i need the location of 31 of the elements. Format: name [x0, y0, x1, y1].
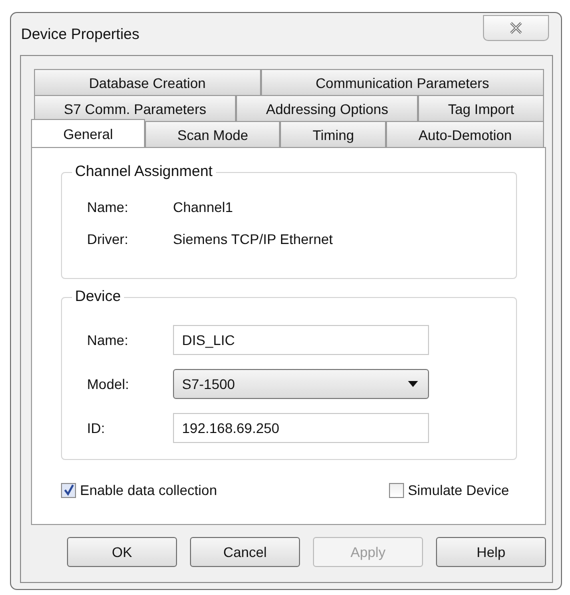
dialog-button[interactable]: Cancel [190, 537, 300, 567]
tab[interactable]: Addressing Options [236, 95, 418, 121]
tab[interactable]: Scan Mode [145, 121, 280, 147]
input-field[interactable]: 192.168.69.250 [173, 413, 429, 443]
close-button[interactable] [483, 15, 549, 41]
checkbox[interactable] [388, 482, 404, 498]
tab[interactable]: General [31, 119, 146, 147]
model-dropdown[interactable]: S7-1500 [173, 369, 429, 399]
checkbox[interactable] [61, 482, 76, 498]
tab[interactable]: Database Creation [34, 69, 261, 95]
tab[interactable]: Tag Import [418, 95, 544, 121]
checkbox-label: Enable data collection [80, 482, 217, 498]
tab[interactable]: Timing [280, 121, 386, 147]
field-value: Channel1 [173, 199, 233, 215]
dialog-button[interactable]: Help [436, 537, 546, 567]
caret-icon [408, 381, 418, 387]
window-title: Device Properties [21, 26, 140, 42]
field-label: Driver: [87, 231, 130, 247]
tab[interactable]: S7 Comm. Parameters [34, 95, 236, 121]
checkbox-label: Simulate Device [408, 482, 509, 498]
field-label: ID: [87, 420, 106, 436]
group-title: Channel Assignment [72, 163, 216, 180]
field-label: Model: [87, 376, 130, 392]
field-value: Siemens TCP/IP Ethernet [173, 231, 333, 247]
field-label: Name: [87, 199, 130, 215]
field-label: Name: [87, 332, 130, 348]
input-field[interactable]: DIS_LIC [173, 325, 429, 355]
tab[interactable]: Communication Parameters [260, 69, 544, 95]
tab[interactable]: Auto-Demotion [386, 121, 544, 147]
close-icon [509, 22, 523, 34]
dialog-button[interactable]: OK [67, 537, 177, 567]
